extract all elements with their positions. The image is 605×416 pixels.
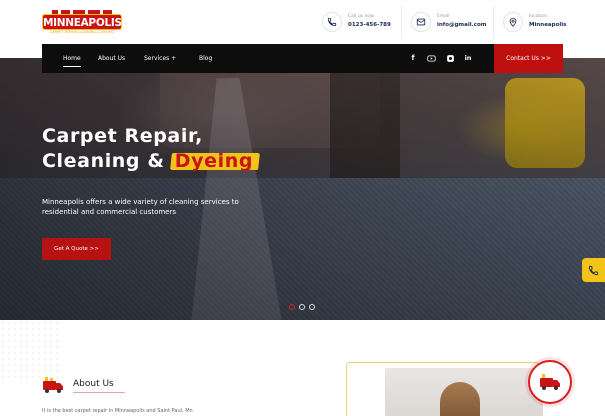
phone-icon [588,265,599,275]
about-badge [528,360,572,404]
hero-title-prefix: Cleaning & [42,150,172,172]
contact-value: Minneapolis [529,22,567,28]
van-icon [42,376,64,394]
page: MINNEAPOLIS CARPET REPAIR CLEANING & DYE… [0,0,605,416]
slider-dot[interactable] [309,304,315,310]
youtube-icon[interactable] [426,53,436,63]
divider [493,6,494,38]
nav-home[interactable]: Home [63,44,81,73]
slider-dot[interactable] [289,304,295,310]
nav-blog[interactable]: Blog [199,44,212,73]
about-title: About Us [73,379,114,389]
nav-services[interactable]: Services + [144,44,176,73]
logo[interactable]: MINNEAPOLIS CARPET REPAIR CLEANING & DYE… [42,10,122,36]
contact-label: Email [437,14,450,19]
about-section: About Us It is the best carpet repair in… [0,320,605,416]
facebook-glyph: f [411,54,415,62]
about-title-underline [73,392,125,393]
location-icon [503,12,523,32]
phone-icon [322,12,342,32]
main-nav: Home About Us Services + Blog f in Conta… [42,44,563,73]
nav-about-us[interactable]: About Us [98,44,125,73]
hero-title-highlight: Dyeing [172,150,256,172]
hero-title: Carpet Repair, Cleaning & Dyeing [42,124,302,174]
mail-icon [411,12,431,32]
van-icon [540,374,560,390]
decorative-dots [0,320,60,380]
get-quote-button[interactable]: Get A Quote >> [42,238,111,260]
instagram-icon[interactable] [445,53,455,63]
side-contact-tab[interactable] [582,258,605,282]
hero-banner: Carpet Repair, Cleaning & Dyeing Minneap… [0,58,605,320]
about-image-person [440,382,480,416]
hero-title-line1: Carpet Repair, [42,125,203,147]
contact-value: info@gmail.com [437,22,487,28]
contact-label: location [529,14,547,19]
linkedin-icon[interactable]: in [463,53,473,63]
logo-text: MINNEAPOLIS [42,14,122,30]
contact-label: Call us now [348,14,374,19]
hero-title-line2: Cleaning & Dyeing [42,149,302,174]
divider [401,6,402,38]
logo-tagline: CARPET REPAIR CLEANING & DYEING [49,30,115,34]
about-text: It is the best carpet repair in Minneapo… [42,408,193,414]
slider-dots [289,304,319,312]
slider-dot[interactable] [299,304,305,310]
hero-subtitle: Minneapolis offers a wide variety of cle… [42,198,239,216]
hero-overlay [0,58,605,320]
contact-us-button[interactable]: Contact Us >> [494,44,563,73]
linkedin-glyph: in [464,54,472,62]
contact-value: 0123-456-789 [348,22,391,28]
facebook-icon[interactable]: f [408,53,418,63]
